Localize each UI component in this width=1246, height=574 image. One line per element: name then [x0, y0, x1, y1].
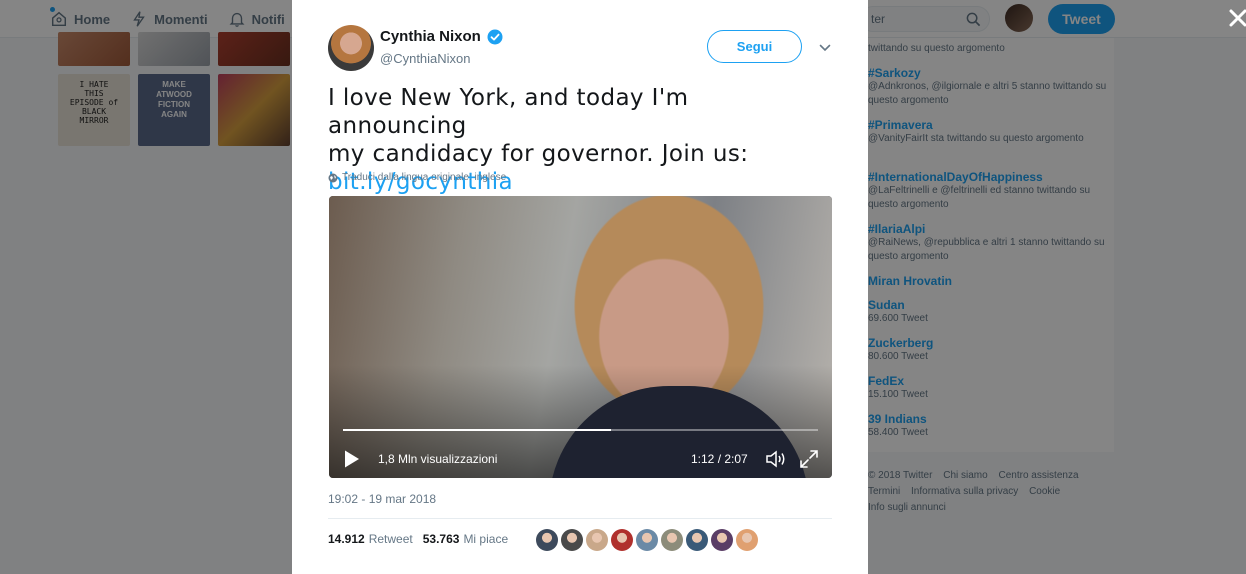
- author-handle[interactable]: @CynthiaNixon: [380, 51, 471, 66]
- video-view-count: 1,8 Mln visualizzazioni: [378, 452, 498, 466]
- translate-link[interactable]: Traduci dalla lingua originale: inglese: [328, 172, 506, 183]
- video-time: 1:12 / 2:07: [691, 452, 748, 466]
- liker-avatar[interactable]: [636, 529, 658, 551]
- volume-icon[interactable]: [765, 449, 787, 469]
- author-name[interactable]: Cynthia Nixon: [380, 28, 481, 45]
- like-label: Mi piace: [463, 532, 509, 546]
- follow-button[interactable]: Segui: [707, 30, 802, 63]
- translate-text: Traduci dalla lingua originale: inglese: [342, 172, 507, 183]
- like-stat[interactable]: 53.763 Mi piace: [423, 532, 508, 546]
- tweet-text-line: I love New York, and today I'm announcin…: [328, 85, 689, 139]
- liker-avatar[interactable]: [736, 529, 758, 551]
- divider: [328, 518, 832, 519]
- liker-avatar[interactable]: [711, 529, 733, 551]
- tweet-modal: Cynthia Nixon @CynthiaNixon Segui I love…: [292, 0, 868, 574]
- liker-avatar[interactable]: [661, 529, 683, 551]
- tweet-text-line: my candidacy for governor. Join us:: [328, 141, 749, 167]
- play-icon[interactable]: [343, 449, 361, 469]
- liker-avatars: [536, 529, 758, 551]
- video-player[interactable]: 1,8 Mln visualizzazioni 1:12 / 2:07: [329, 196, 832, 478]
- author-name-row: Cynthia Nixon: [380, 28, 503, 45]
- tweet-stats: 14.912 Retweet 53.763 Mi piace: [328, 532, 508, 546]
- video-progress-bar[interactable]: [343, 429, 818, 431]
- chevron-down-icon[interactable]: [819, 42, 831, 54]
- close-icon[interactable]: [1228, 8, 1246, 28]
- verified-badge-icon: [487, 29, 503, 44]
- liker-avatar[interactable]: [536, 529, 558, 551]
- liker-avatar[interactable]: [686, 529, 708, 551]
- retweet-count: 14.912: [328, 532, 365, 546]
- like-count: 53.763: [422, 532, 460, 546]
- liker-avatar[interactable]: [561, 529, 583, 551]
- liker-avatar[interactable]: [611, 529, 633, 551]
- liker-avatar[interactable]: [586, 529, 608, 551]
- fullscreen-icon[interactable]: [799, 449, 819, 469]
- globe-icon: [328, 173, 338, 182]
- retweet-label: Retweet: [368, 532, 413, 546]
- video-progress-fill: [343, 429, 612, 431]
- retweet-stat[interactable]: 14.912 Retweet: [328, 532, 413, 546]
- tweet-timestamp[interactable]: 19:02 - 19 mar 2018: [328, 492, 436, 506]
- author-avatar[interactable]: [328, 25, 374, 71]
